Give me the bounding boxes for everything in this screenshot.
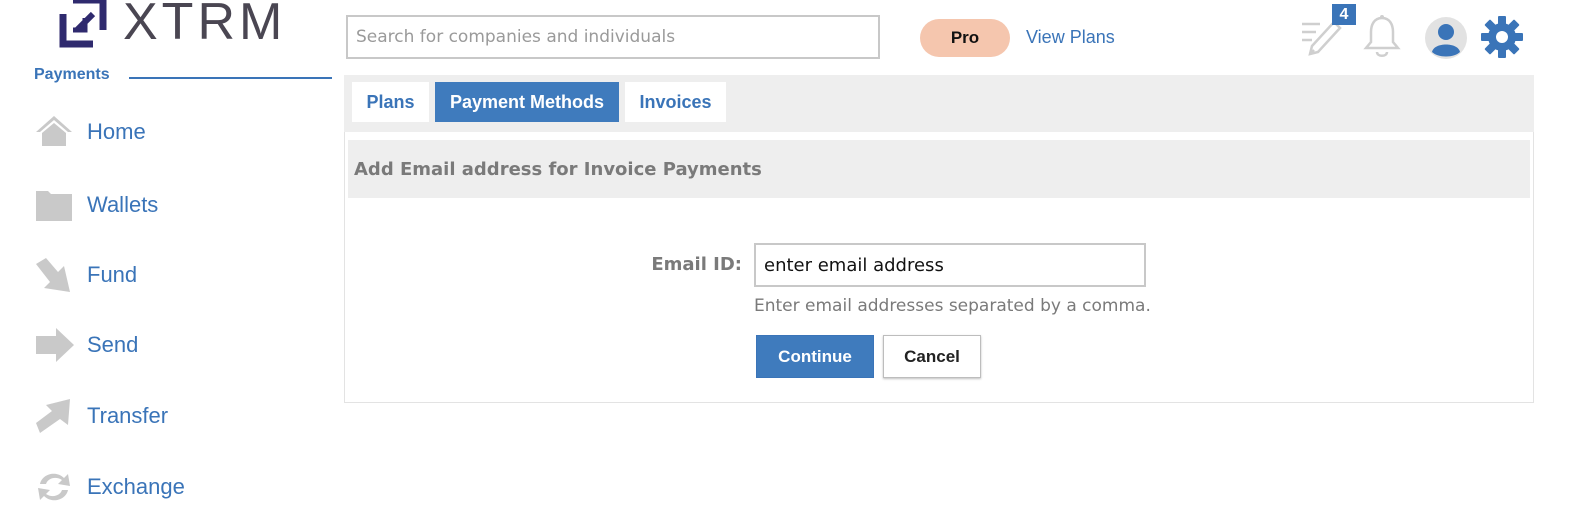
sidebar-section-label: Payments xyxy=(34,66,110,83)
user-avatar-icon[interactable] xyxy=(1424,16,1468,65)
gear-icon[interactable] xyxy=(1480,15,1524,64)
continue-button[interactable]: Continue xyxy=(756,335,874,378)
brand-logo[interactable]: XTRM xyxy=(55,0,286,50)
sidebar-item-label: Send xyxy=(87,332,139,357)
sidebar-item-send[interactable]: Send xyxy=(34,325,138,365)
sidebar-item-label: Home xyxy=(87,119,146,144)
arrow-right-icon xyxy=(34,325,74,365)
sidebar-item-home[interactable]: Home xyxy=(34,112,146,152)
sidebar-item-label: Fund xyxy=(87,262,138,287)
exchange-icon xyxy=(34,467,74,507)
cancel-button[interactable]: Cancel xyxy=(883,335,981,378)
search-input[interactable] xyxy=(346,15,880,59)
folder-icon xyxy=(34,185,74,225)
tab-payment-methods[interactable]: Payment Methods xyxy=(435,82,619,122)
notification-count-badge: 4 xyxy=(1332,4,1356,25)
sidebar-item-wallets[interactable]: Wallets xyxy=(34,185,158,225)
logo-mark-icon xyxy=(59,0,107,48)
tab-plans[interactable]: Plans xyxy=(352,82,429,122)
sidebar-item-exchange[interactable]: Exchange xyxy=(34,467,185,507)
sidebar-item-fund[interactable]: Fund xyxy=(34,255,137,295)
sidebar-item-transfer[interactable]: Transfer xyxy=(34,396,168,436)
plan-badge[interactable]: Pro xyxy=(920,19,1010,57)
sidebar-section-divider xyxy=(129,77,332,79)
email-field-label: Email ID: xyxy=(651,254,742,275)
arrow-up-right-icon xyxy=(34,396,74,436)
view-plans-link[interactable]: View Plans xyxy=(1026,27,1115,48)
form-section-header: Add Email address for Invoice Payments xyxy=(348,140,1530,198)
home-icon xyxy=(34,112,74,152)
sidebar-item-label: Transfer xyxy=(87,403,169,428)
sidebar-item-label: Wallets xyxy=(87,192,159,217)
tab-invoices[interactable]: Invoices xyxy=(625,82,726,122)
sidebar-item-label: Exchange xyxy=(87,474,185,499)
arrow-down-right-icon xyxy=(34,255,74,295)
form-section-title: Add Email address for Invoice Payments xyxy=(354,158,762,180)
email-help-text: Enter email addresses separated by a com… xyxy=(754,296,1151,316)
email-field[interactable] xyxy=(754,243,1146,287)
brand-name: XTRM xyxy=(123,0,287,51)
bell-icon[interactable] xyxy=(1362,14,1402,65)
